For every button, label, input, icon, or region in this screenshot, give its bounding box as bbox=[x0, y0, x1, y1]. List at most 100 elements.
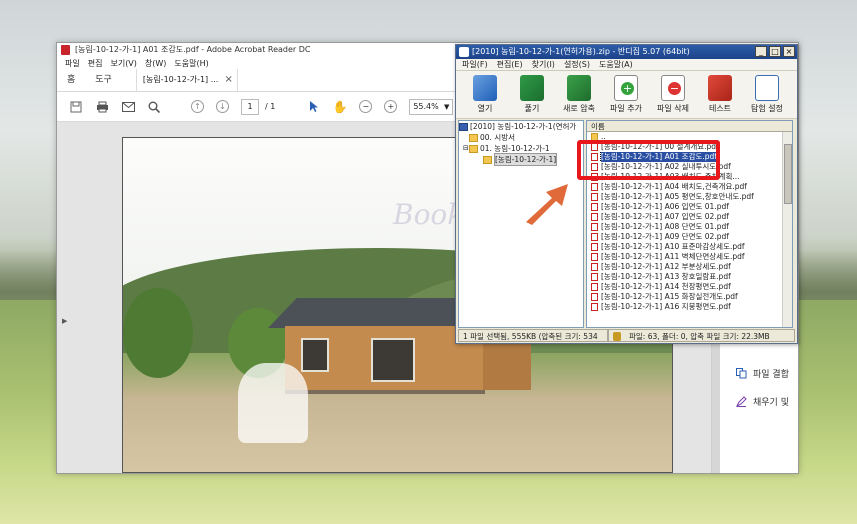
list-item[interactable]: [농림-10-12-가-1] A13 창호일람표.pdf bbox=[587, 272, 792, 282]
folder-icon bbox=[469, 144, 478, 153]
test-button[interactable]: 테스트 bbox=[701, 75, 739, 114]
select-cursor-icon[interactable] bbox=[307, 100, 321, 114]
status-archive-info: 파일: 63, 폴더: 0, 압축 파일 크기: 22.3MB bbox=[608, 329, 795, 342]
print-icon[interactable] bbox=[95, 100, 109, 114]
list-item[interactable]: [농림-10-12-가-1] A14 천장평면도.pdf bbox=[587, 282, 792, 292]
view-settings-icon bbox=[755, 75, 779, 101]
tree-item-label: [농림-10-12-가-1] bbox=[494, 153, 558, 166]
add-file-button[interactable]: 파일 추가 bbox=[607, 75, 645, 114]
pdf-icon bbox=[591, 243, 598, 251]
extract-button[interactable]: 풀기 bbox=[513, 75, 551, 114]
list-item[interactable]: [농림-10-12-가-1] A06 입면도 01.pdf bbox=[587, 202, 792, 212]
pdf-icon bbox=[591, 193, 598, 201]
acrobat-window-title: [농림-10-12-가-1] A01 조감도.pdf - Adobe Acrob… bbox=[75, 45, 311, 54]
panel-item-fill-sign[interactable]: 채우기 및 bbox=[735, 395, 789, 408]
open-button[interactable]: 열기 bbox=[466, 75, 504, 114]
bz-menu-help[interactable]: 도움말(A) bbox=[599, 59, 633, 70]
pdf-icon bbox=[591, 283, 598, 291]
list-item[interactable]: [농림-10-12-가-1] A10 표준마감상세도.pdf bbox=[587, 242, 792, 252]
save-icon[interactable] bbox=[69, 100, 83, 114]
minimize-icon[interactable]: _ bbox=[755, 46, 767, 57]
pdf-icon bbox=[591, 253, 598, 261]
bandizip-menu-bar: 파일(F) 편집(E) 찾기(I) 설정(S) 도움말(A) bbox=[456, 59, 797, 71]
expand-left-pane-icon[interactable]: ▶ bbox=[62, 317, 67, 325]
rendering-tree-left bbox=[123, 288, 193, 378]
zoom-out-icon[interactable]: − bbox=[359, 100, 373, 113]
zoom-select[interactable]: 55.4% ▼ bbox=[409, 98, 454, 115]
fill-sign-icon bbox=[735, 396, 747, 408]
pdf-icon bbox=[591, 263, 598, 271]
tree-item-label: [2010] 농림-10-12-가-1(연허가 bbox=[470, 122, 577, 131]
search-icon[interactable] bbox=[147, 100, 161, 114]
close-tab-icon[interactable]: × bbox=[224, 69, 232, 91]
tree-item-archive[interactable]: [2010] 농림-10-12-가-1(연허가 bbox=[459, 121, 583, 132]
pdf-icon bbox=[591, 213, 598, 221]
bandizip-status-bar: 1 파일 선택됨, 555KB (압축된 크기: 534 파일: 63, 폴더:… bbox=[458, 329, 795, 342]
pdf-icon bbox=[591, 203, 598, 211]
delete-file-button[interactable]: 파일 삭제 bbox=[654, 75, 692, 114]
mail-icon[interactable] bbox=[121, 100, 135, 114]
scrollbar-thumb[interactable] bbox=[784, 144, 792, 204]
tab-tools[interactable]: 도구 bbox=[85, 69, 122, 91]
page-total: / 1 bbox=[265, 102, 276, 111]
view-settings-button[interactable]: 탐험 설정 bbox=[748, 75, 786, 114]
list-item[interactable]: [농림-10-12-가-1] A16 지붕평면도.pdf bbox=[587, 302, 792, 312]
extract-label: 풀기 bbox=[524, 104, 540, 113]
extract-icon bbox=[520, 75, 544, 101]
test-label: 테스트 bbox=[708, 104, 732, 113]
add-file-icon bbox=[614, 75, 638, 101]
fill-sign-label: 채우기 및 bbox=[753, 398, 789, 408]
bz-menu-edit[interactable]: 편집(E) bbox=[497, 59, 523, 70]
bz-menu-settings[interactable]: 설정(S) bbox=[564, 59, 590, 70]
file-list-scrollbar[interactable] bbox=[782, 132, 792, 327]
tab-document[interactable]: [농림-10-12-가-1] ... × bbox=[135, 69, 238, 91]
tab-document-label: [농림-10-12-가-1] ... bbox=[142, 75, 219, 84]
chevron-down-icon: ▼ bbox=[443, 102, 450, 111]
hand-tool-icon[interactable]: ✋ bbox=[333, 100, 348, 114]
list-item[interactable]: [농림-10-12-가-1] A12 부분상세도.pdf bbox=[587, 262, 792, 272]
tab-home[interactable]: 홈 bbox=[57, 69, 85, 91]
bz-menu-find[interactable]: 찾기(I) bbox=[532, 59, 555, 70]
status-selection: 1 파일 선택됨, 555KB (압축된 크기: 534 bbox=[458, 329, 608, 342]
page-up-icon[interactable]: ↑ bbox=[191, 100, 204, 113]
bandizip-title-bar: [2010] 농림-10-12-가-1(연허가용).zip - 반디집 5.07… bbox=[456, 45, 797, 59]
people-figures bbox=[238, 363, 308, 443]
folder-icon bbox=[483, 155, 492, 164]
pdf-icon bbox=[591, 233, 598, 241]
list-item[interactable]: [농림-10-12-가-1] A04 배치도,건축개요.pdf bbox=[587, 182, 792, 192]
annotation-arrow-icon bbox=[526, 184, 568, 225]
maximize-icon[interactable]: □ bbox=[769, 46, 781, 57]
list-item[interactable]: [농림-10-12-가-1] A15 화장실전개도.pdf bbox=[587, 292, 792, 302]
add-file-label: 파일 추가 bbox=[610, 104, 642, 113]
panel-item-combine-files[interactable]: 파일 결합 bbox=[736, 367, 789, 380]
page-down-icon[interactable]: ↓ bbox=[216, 100, 229, 113]
test-icon bbox=[708, 75, 732, 101]
pdf-icon bbox=[591, 293, 598, 301]
pdf-icon bbox=[591, 273, 598, 281]
highlight-box bbox=[577, 140, 720, 180]
list-item[interactable]: [농림-10-12-가-1] A08 단면도 01.pdf bbox=[587, 222, 792, 232]
list-item[interactable]: [농림-10-12-가-1] A05 평면도,창호안내도.pdf bbox=[587, 192, 792, 202]
folder-icon bbox=[469, 133, 478, 142]
pdf-icon bbox=[591, 303, 598, 311]
list-item[interactable]: [농림-10-12-가-1] A11 벽체단면상세도.pdf bbox=[587, 252, 792, 262]
page-number-input[interactable]: 1 bbox=[241, 98, 259, 115]
tree-item-spec[interactable]: 00. 시방서 bbox=[459, 132, 583, 143]
column-header-name[interactable]: 이름 bbox=[587, 121, 792, 132]
bz-menu-file[interactable]: 파일(F) bbox=[462, 59, 488, 70]
open-label: 열기 bbox=[477, 104, 493, 113]
new-archive-button[interactable]: 새로 압축 bbox=[560, 75, 598, 114]
tree-item-subfolder[interactable]: [농림-10-12-가-1] bbox=[459, 153, 583, 166]
watermark-logo: Book bbox=[393, 198, 465, 231]
list-item[interactable]: [농림-10-12-가-1] A07 입면도 02.pdf bbox=[587, 212, 792, 222]
list-item[interactable]: [농림-10-12-가-1] A09 단면도 02.pdf bbox=[587, 232, 792, 242]
new-archive-icon bbox=[567, 75, 591, 101]
tree-item-label: 00. 시방서 bbox=[480, 133, 516, 142]
close-icon[interactable]: × bbox=[783, 46, 795, 57]
house-window-1 bbox=[301, 338, 329, 372]
lock-icon bbox=[613, 332, 621, 341]
zoom-in-icon[interactable]: + bbox=[384, 100, 398, 113]
bandizip-window: [2010] 농림-10-12-가-1(연허가용).zip - 반디집 5.07… bbox=[455, 44, 798, 344]
pdf-icon bbox=[591, 183, 598, 191]
window-controls: _ □ × bbox=[755, 46, 795, 57]
